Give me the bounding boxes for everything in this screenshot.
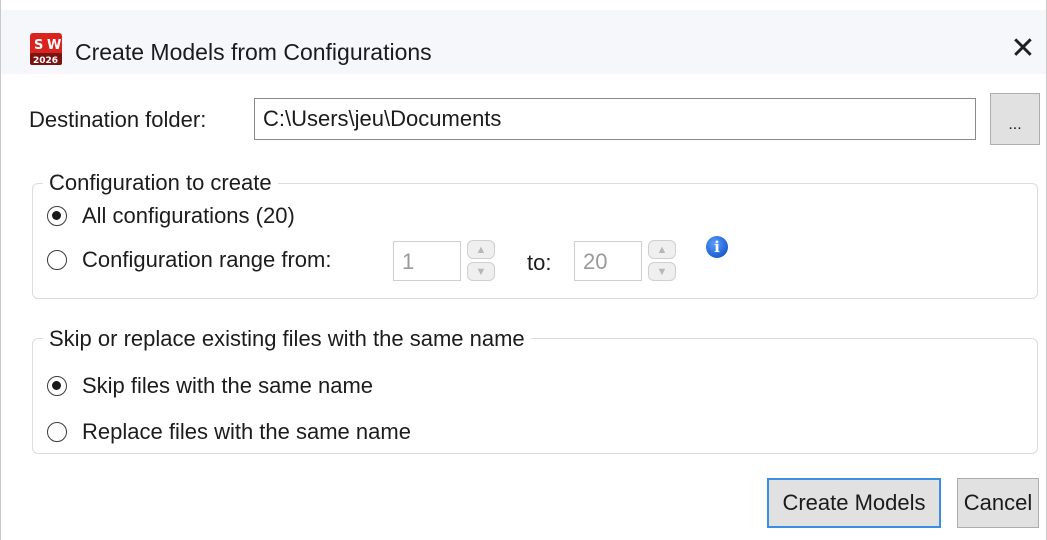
- range-from-decrement-button[interactable]: ▼: [467, 262, 495, 281]
- range-from-increment-button[interactable]: ▲: [467, 240, 495, 259]
- close-icon[interactable]: ✕: [1006, 31, 1040, 65]
- all-configurations-label[interactable]: All configurations (20): [82, 203, 295, 229]
- range-to-increment-button[interactable]: ▲: [648, 240, 676, 259]
- skip-files-label[interactable]: Skip files with the same name: [82, 373, 373, 399]
- dialog-title: Create Models from Configurations: [75, 39, 432, 65]
- range-from-input[interactable]: 1: [393, 241, 461, 281]
- skip-files-radio[interactable]: [47, 376, 67, 396]
- create-models-dialog: S W 2026 Create Models from Configuratio…: [0, 0, 1047, 540]
- cancel-button[interactable]: Cancel: [957, 478, 1039, 528]
- all-configurations-radio[interactable]: [47, 206, 67, 226]
- info-icon[interactable]: i: [706, 236, 728, 258]
- configuration-group-legend: Configuration to create: [43, 170, 278, 196]
- destination-folder-input[interactable]: C:\Users\jeu\Documents: [254, 98, 976, 140]
- range-from-spinner[interactable]: ▲ ▼: [467, 240, 497, 282]
- solidworks-app-icon: S W 2026: [30, 33, 62, 66]
- skip-replace-group-legend: Skip or replace existing files with the …: [43, 326, 531, 352]
- configuration-range-radio[interactable]: [47, 250, 67, 270]
- replace-files-radio[interactable]: [47, 422, 67, 442]
- configuration-group: [32, 183, 1038, 299]
- create-models-button[interactable]: Create Models: [767, 478, 941, 528]
- title-bar: S W 2026 Create Models from Configuratio…: [1, 10, 1046, 74]
- svg-text:W: W: [47, 38, 61, 53]
- range-to-decrement-button[interactable]: ▼: [648, 262, 676, 281]
- browse-button[interactable]: ...: [990, 93, 1040, 145]
- destination-folder-label: Destination folder:: [29, 107, 207, 132]
- range-to-label: to:: [527, 250, 552, 275]
- replace-files-label[interactable]: Replace files with the same name: [82, 419, 411, 445]
- svg-text:2026: 2026: [33, 56, 58, 66]
- range-to-spinner[interactable]: ▲ ▼: [648, 240, 678, 282]
- svg-text:S: S: [34, 38, 43, 53]
- configuration-range-label[interactable]: Configuration range from:: [82, 247, 331, 273]
- range-to-input[interactable]: 20: [574, 241, 642, 281]
